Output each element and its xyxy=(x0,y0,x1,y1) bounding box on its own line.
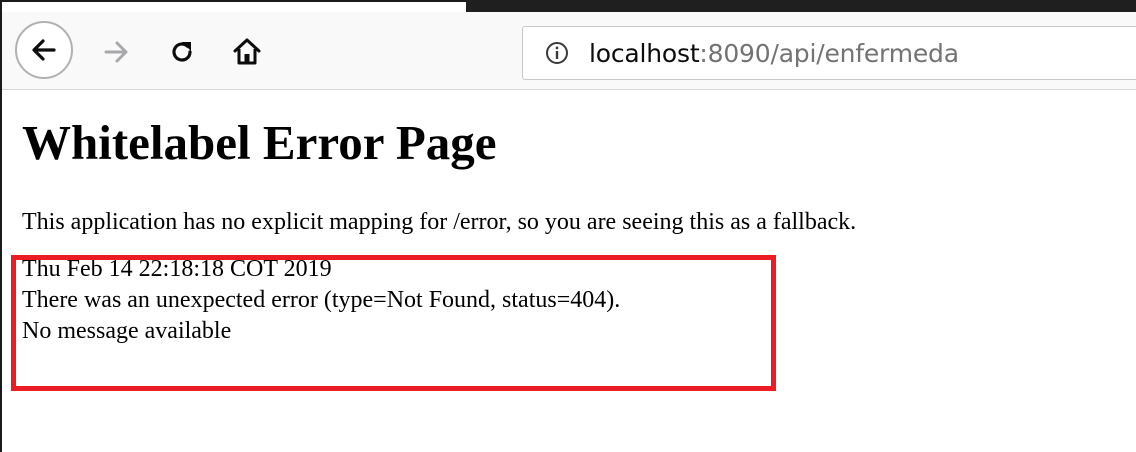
url-host: localhost xyxy=(589,38,700,68)
home-icon xyxy=(233,38,261,65)
url-path: :8090/api/enfermeda xyxy=(699,38,959,68)
back-arrow-icon xyxy=(32,39,56,61)
browser-toolbar: localhost:8090/api/enfermeda xyxy=(2,12,1136,90)
address-bar[interactable]: localhost:8090/api/enfermeda xyxy=(522,26,1136,80)
info-icon[interactable] xyxy=(545,41,569,65)
reload-icon xyxy=(172,42,192,62)
forward-arrow-icon xyxy=(104,41,128,63)
reload-button[interactable] xyxy=(162,32,202,72)
back-button[interactable] xyxy=(15,21,73,79)
fallback-message: This application has no explicit mapping… xyxy=(22,209,857,236)
url-text[interactable]: localhost:8090/api/enfermeda xyxy=(589,39,959,68)
forward-button[interactable] xyxy=(96,32,136,72)
page-title: Whitelabel Error Page xyxy=(22,115,497,170)
highlight-box xyxy=(11,255,776,391)
home-button[interactable] xyxy=(225,32,269,72)
tab-strip xyxy=(466,0,1136,12)
